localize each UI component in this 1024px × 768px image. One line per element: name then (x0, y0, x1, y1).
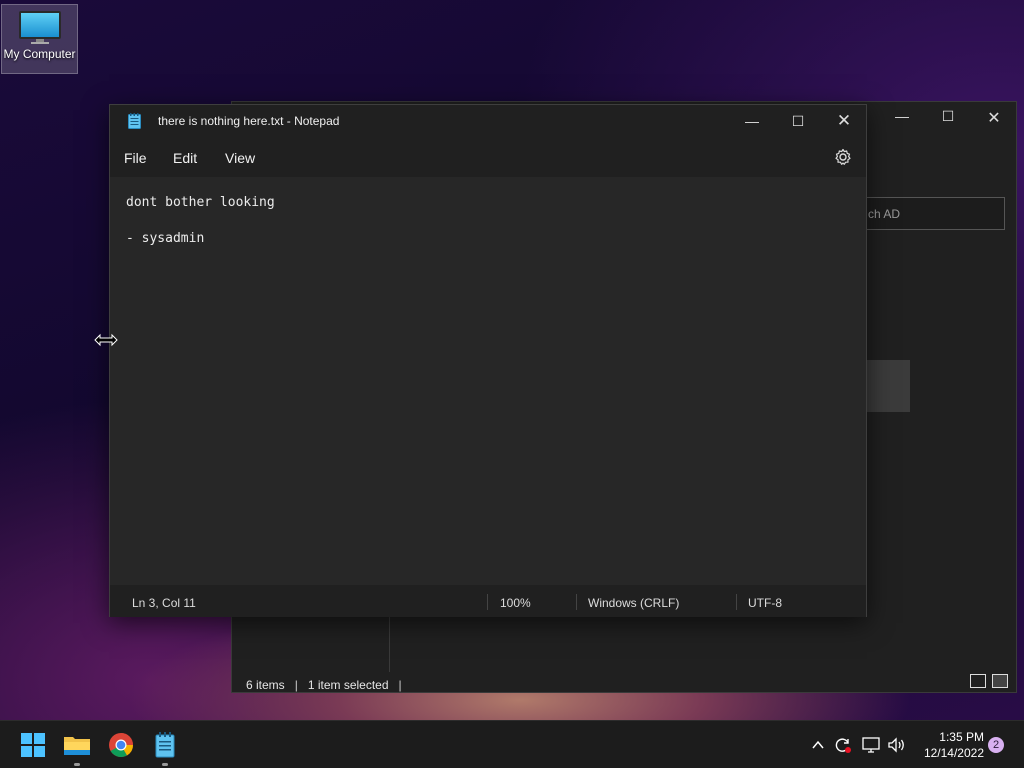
text-line: dont bother looking (126, 195, 275, 210)
notepad-status-bar: Ln 3, Col 11 100% Windows (CRLF) UTF-8 (110, 585, 866, 617)
minimize-button[interactable]: — (729, 109, 775, 133)
chrome-icon (109, 733, 133, 758)
taskbar-chrome-button[interactable] (105, 729, 137, 761)
notepad-titlebar[interactable]: there is nothing here.txt - Notepad — ☐ … (110, 105, 866, 137)
details-view-icon[interactable] (970, 674, 986, 688)
taskbar-notepad-button[interactable] (149, 729, 181, 766)
network-icon[interactable] (861, 736, 881, 754)
notepad-icon (128, 113, 141, 129)
status-separator: | (294, 677, 298, 692)
explorer-nav-divider (389, 617, 390, 672)
menu-file[interactable]: File (124, 150, 147, 166)
menu-edit[interactable]: Edit (173, 150, 197, 166)
desktop-icon-label: My Computer (3, 47, 76, 61)
notification-badge[interactable]: 2 (988, 737, 1004, 753)
status-divider (736, 594, 737, 610)
explorer-close-button[interactable]: ✕ (974, 108, 1014, 128)
notepad-window: there is nothing here.txt - Notepad — ☐ … (109, 104, 867, 617)
cursor-position: Ln 3, Col 11 (132, 596, 196, 610)
explorer-selected-count: 1 item selected (307, 677, 389, 692)
line-ending: Windows (CRLF) (588, 596, 680, 610)
notepad-menubar: File Edit View (110, 143, 866, 173)
explorer-search-input[interactable]: ch AD (852, 197, 1005, 230)
status-divider (487, 594, 488, 610)
menu-view[interactable]: View (225, 150, 255, 166)
close-button[interactable]: ✕ (821, 109, 867, 133)
explorer-items-count: 6 items (246, 677, 285, 692)
computer-icon (18, 11, 61, 44)
tiles-view-icon[interactable] (992, 674, 1008, 688)
explorer-view-buttons (970, 674, 1008, 688)
explorer-maximize-button[interactable]: ☐ (928, 108, 968, 128)
file-explorer-icon (64, 737, 90, 755)
clock-time: 1:35 PM (939, 730, 984, 744)
notepad-icon (155, 732, 175, 758)
text-line (126, 213, 866, 231)
update-icon[interactable] (834, 736, 852, 754)
encoding: UTF-8 (748, 596, 782, 610)
maximize-button[interactable]: ☐ (775, 109, 821, 133)
notepad-text-area[interactable]: dont bother looking - sysadmin (110, 177, 866, 585)
zoom-level: 100% (500, 596, 531, 610)
taskbar-file-explorer-button[interactable] (61, 729, 93, 766)
taskbar: 1:35 PM 12/14/2022 2 (0, 720, 1024, 768)
desktop-icon-my-computer[interactable]: My Computer (1, 4, 78, 74)
explorer-minimize-button[interactable]: — (882, 108, 922, 128)
volume-icon[interactable] (886, 736, 906, 754)
clock[interactable]: 1:35 PM 12/14/2022 (912, 729, 984, 761)
resize-cursor-icon (94, 333, 118, 347)
settings-gear-icon[interactable] (834, 148, 852, 166)
clock-date: 12/14/2022 (923, 746, 984, 760)
explorer-status-bar: 6 items | 1 item selected | (232, 672, 1016, 694)
start-button[interactable] (17, 729, 49, 761)
status-divider (576, 594, 577, 610)
running-indicator (74, 763, 80, 766)
start-icon (21, 733, 45, 757)
running-indicator (162, 763, 168, 766)
status-separator: | (398, 677, 402, 692)
notepad-title: there is nothing here.txt - Notepad (158, 114, 340, 128)
chevron-up-icon[interactable] (810, 737, 826, 753)
text-line: - sysadmin (126, 231, 205, 246)
